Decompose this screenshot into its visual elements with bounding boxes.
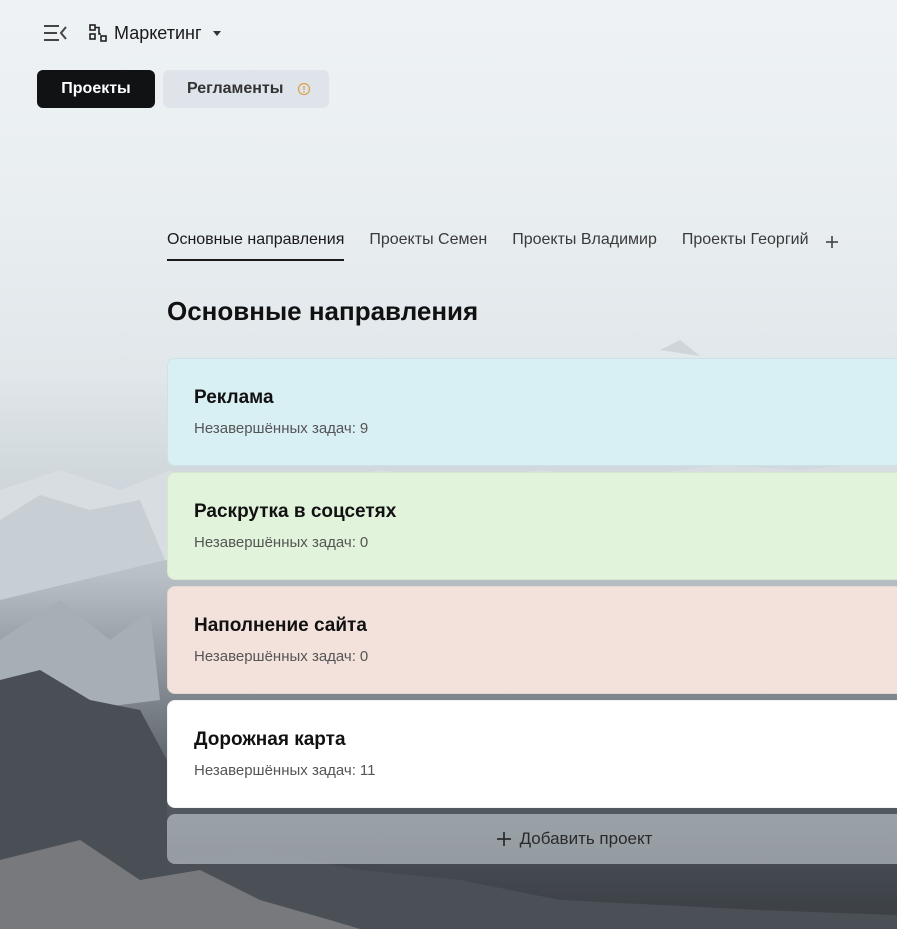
tab-regulations[interactable]: Регламенты: [163, 70, 329, 108]
top-bar: Маркетинг: [0, 0, 897, 64]
project-task-count: Незавершённых задач: 11: [194, 762, 897, 779]
count-value: 9: [359, 420, 369, 437]
tab-projects-vladimir[interactable]: Проекты Владимир: [512, 231, 657, 259]
add-project-button[interactable]: Добавить проект: [167, 814, 897, 864]
tab-projects[interactable]: Проекты: [37, 70, 155, 108]
tab-projects-semen[interactable]: Проекты Семен: [369, 231, 487, 259]
top-tabs: Проекты Регламенты: [37, 70, 329, 108]
tab-main-directions[interactable]: Основные направления: [167, 231, 345, 261]
count-value: 0: [359, 534, 369, 551]
page-title: Основные направления: [167, 296, 479, 326]
plus-icon: [496, 831, 512, 847]
menu-collapse-icon: [44, 25, 67, 41]
count-label: Незавершённых задач:: [194, 420, 356, 437]
project-task-count: Незавершённых задач: 0: [194, 648, 897, 665]
project-name: Раскрутка в соцсетях: [194, 501, 397, 522]
tab-label: Проекты: [61, 80, 131, 97]
project-name: Наполнение сайта: [194, 615, 367, 636]
add-project-label: Добавить проект: [519, 829, 653, 848]
count-value: 11: [359, 762, 376, 779]
project-list: Реклама Незавершённых задач: 9 Раскрутка…: [167, 358, 897, 864]
project-name: Дорожная карта: [194, 729, 346, 750]
count-value: 0: [359, 648, 369, 665]
count-label: Незавершённых задач:: [194, 648, 356, 665]
project-task-count: Незавершённых задач: 9: [194, 420, 897, 437]
workspace-selector[interactable]: Маркетинг: [88, 20, 222, 46]
tab-projects-georgiy[interactable]: Проекты Георгий: [682, 231, 809, 259]
caret-down-icon: [212, 28, 222, 38]
project-task-count: Незавершённых задач: 0: [194, 534, 897, 551]
workspace-name: Маркетинг: [114, 22, 202, 43]
project-card-advertising[interactable]: Реклама Незавершённых задач: 9: [167, 358, 897, 466]
project-card-social-promotion[interactable]: Раскрутка в соцсетях Незавершённых задач…: [167, 472, 897, 580]
project-card-roadmap[interactable]: Дорожная карта Незавершённых задач: 11: [167, 700, 897, 808]
workspace-icon: [88, 23, 108, 43]
project-group-tabs: Основные направления Проекты Семен Проек…: [167, 225, 840, 261]
menu-collapse-button[interactable]: [40, 20, 70, 46]
warning-circle-icon: [297, 82, 311, 96]
plus-icon: [825, 236, 838, 248]
count-label: Незавершённых задач:: [194, 534, 356, 551]
add-tab-button[interactable]: [824, 234, 840, 250]
project-name: Реклама: [194, 387, 274, 408]
count-label: Незавершённых задач:: [194, 762, 356, 779]
tab-label: Регламенты: [187, 80, 284, 97]
project-card-site-content[interactable]: Наполнение сайта Незавершённых задач: 0: [167, 586, 897, 694]
